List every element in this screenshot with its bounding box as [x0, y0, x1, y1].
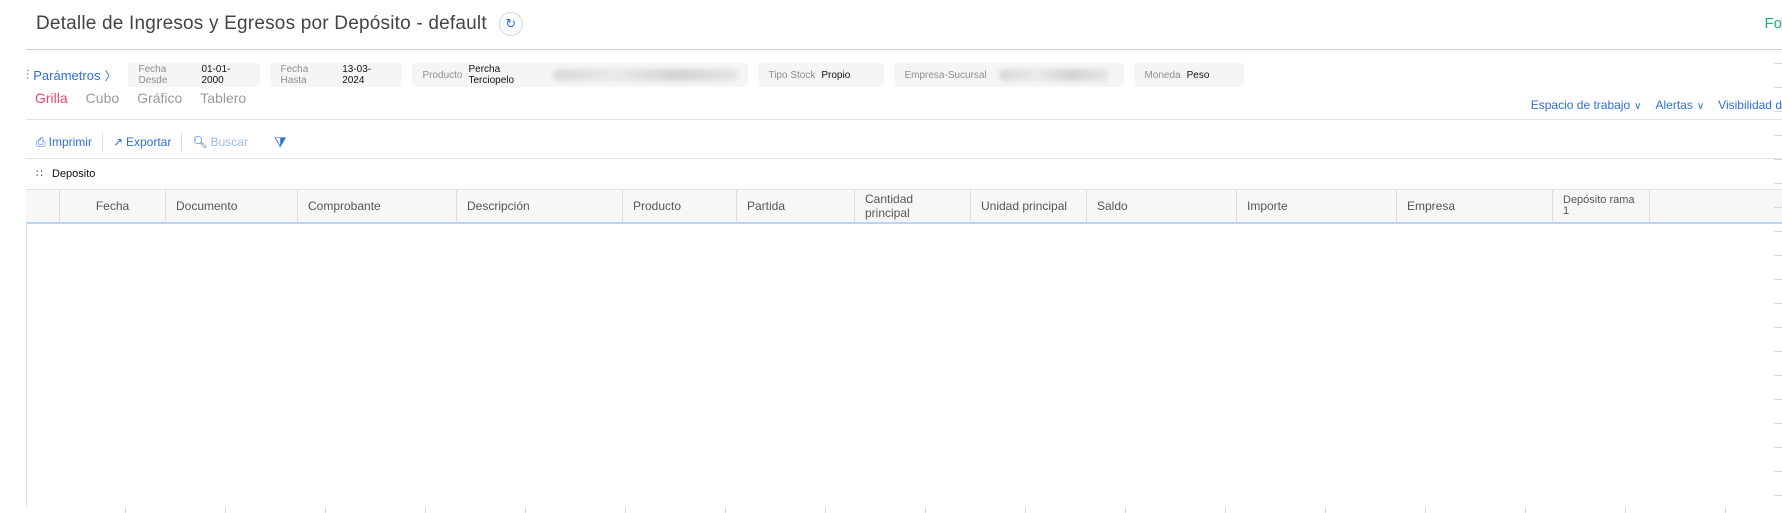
search-icon: 🔍︎	[192, 135, 208, 149]
param-fecha-desde[interactable]: Fecha Desde 01-01-2000	[128, 63, 261, 87]
param-fecha-hasta[interactable]: Fecha Hasta 13-03-2024	[270, 63, 403, 87]
grid-left-border	[26, 221, 27, 507]
column-header[interactable]: Empresa	[1397, 190, 1553, 222]
parameters-label: Parámetros	[33, 67, 101, 83]
param-tipo-stock[interactable]: Tipo Stock Propio	[758, 63, 885, 87]
column-header[interactable]: Documento	[166, 190, 298, 222]
group-label: Deposito	[52, 167, 96, 180]
column-header[interactable]: Comprobante	[298, 190, 457, 222]
param-empresa-sucursal[interactable]: Empresa-Sucursal	[894, 63, 1125, 87]
export-icon: ↗	[112, 135, 123, 149]
parameters-bar: ⫶ Parámetros 〉 Fecha Desde 01-01-2000 Fe…	[26, 63, 1245, 87]
toolbar-divider	[26, 158, 1782, 159]
redacted-value	[998, 69, 1109, 81]
parameters-toggle[interactable]: ⫶ Parámetros 〉	[26, 67, 116, 84]
search-button[interactable]: 🔍︎ Buscar	[192, 135, 258, 149]
page-title: Detalle de Ingresos y Egresos por Depósi…	[36, 13, 487, 34]
table-header: Fecha Documento Comprobante Descripción …	[26, 189, 1782, 224]
group-by-row: ∷ Deposito	[36, 167, 96, 181]
right-links: Espacio de trabajo ∨ Alertas ∨ Visibilidad…	[1531, 98, 1782, 112]
sliders-icon: ⫶	[26, 67, 30, 82]
toolbar: ⎙ Imprimir ↗ Exportar 🔍︎ Buscar ⧩	[36, 132, 286, 152]
filter-icon[interactable]: ⧩	[258, 134, 287, 151]
grid-dots-icon[interactable]: ∷	[36, 167, 43, 180]
column-header[interactable]: Importe	[1237, 190, 1397, 222]
column-header[interactable]: Saldo	[1087, 190, 1237, 222]
param-moneda[interactable]: Moneda Peso	[1134, 63, 1245, 87]
visibility-dropdown[interactable]: Visibilidad d	[1718, 98, 1782, 112]
chevron-down-icon: ∨	[1696, 101, 1705, 112]
redacted-value	[552, 69, 739, 81]
row-selector-column	[26, 190, 60, 222]
toolbar-separator	[181, 133, 183, 151]
refresh-button[interactable]: ↻	[498, 12, 523, 36]
column-header[interactable]: Unidad principal	[971, 190, 1087, 222]
grid-bottom-ticks	[26, 507, 1782, 513]
chevron-right-icon: 〉	[104, 68, 117, 83]
scrollbar-track[interactable]	[1774, 40, 1782, 510]
view-tabs: Grilla Cubo Gráfico Tablero	[35, 90, 246, 106]
column-header[interactable]: Depósito rama 1	[1553, 190, 1650, 222]
header-right-text[interactable]: Fo	[1764, 15, 1782, 32]
param-producto[interactable]: Producto Percha Terciopelo	[412, 63, 749, 87]
column-header[interactable]: Cantidad principal	[855, 190, 971, 222]
tab-tablero[interactable]: Tablero	[200, 90, 246, 106]
column-header[interactable]: Partida	[737, 190, 855, 222]
toolbar-separator	[101, 133, 103, 151]
header-divider	[26, 49, 1782, 50]
alerts-dropdown[interactable]: Alertas ∨	[1655, 98, 1704, 112]
workspace-dropdown[interactable]: Espacio de trabajo ∨	[1531, 98, 1642, 112]
refresh-icon: ↻	[505, 16, 517, 31]
column-header[interactable]: Fecha	[60, 190, 166, 222]
chevron-down-icon: ∨	[1634, 101, 1642, 112]
column-header[interactable]: Producto	[623, 190, 737, 222]
print-button[interactable]: ⎙ Imprimir	[36, 135, 102, 150]
printer-icon: ⎙	[36, 134, 46, 149]
tab-grafico[interactable]: Gráfico	[137, 90, 182, 106]
tab-grilla[interactable]: Grilla	[35, 90, 68, 106]
export-button[interactable]: ↗ Exportar	[113, 135, 181, 149]
column-header[interactable]: Descripción	[457, 190, 623, 222]
page-header: Detalle de Ingresos y Egresos por Depósi…	[36, 10, 523, 38]
tabs-divider	[26, 119, 1782, 120]
tab-cubo[interactable]: Cubo	[86, 90, 119, 106]
